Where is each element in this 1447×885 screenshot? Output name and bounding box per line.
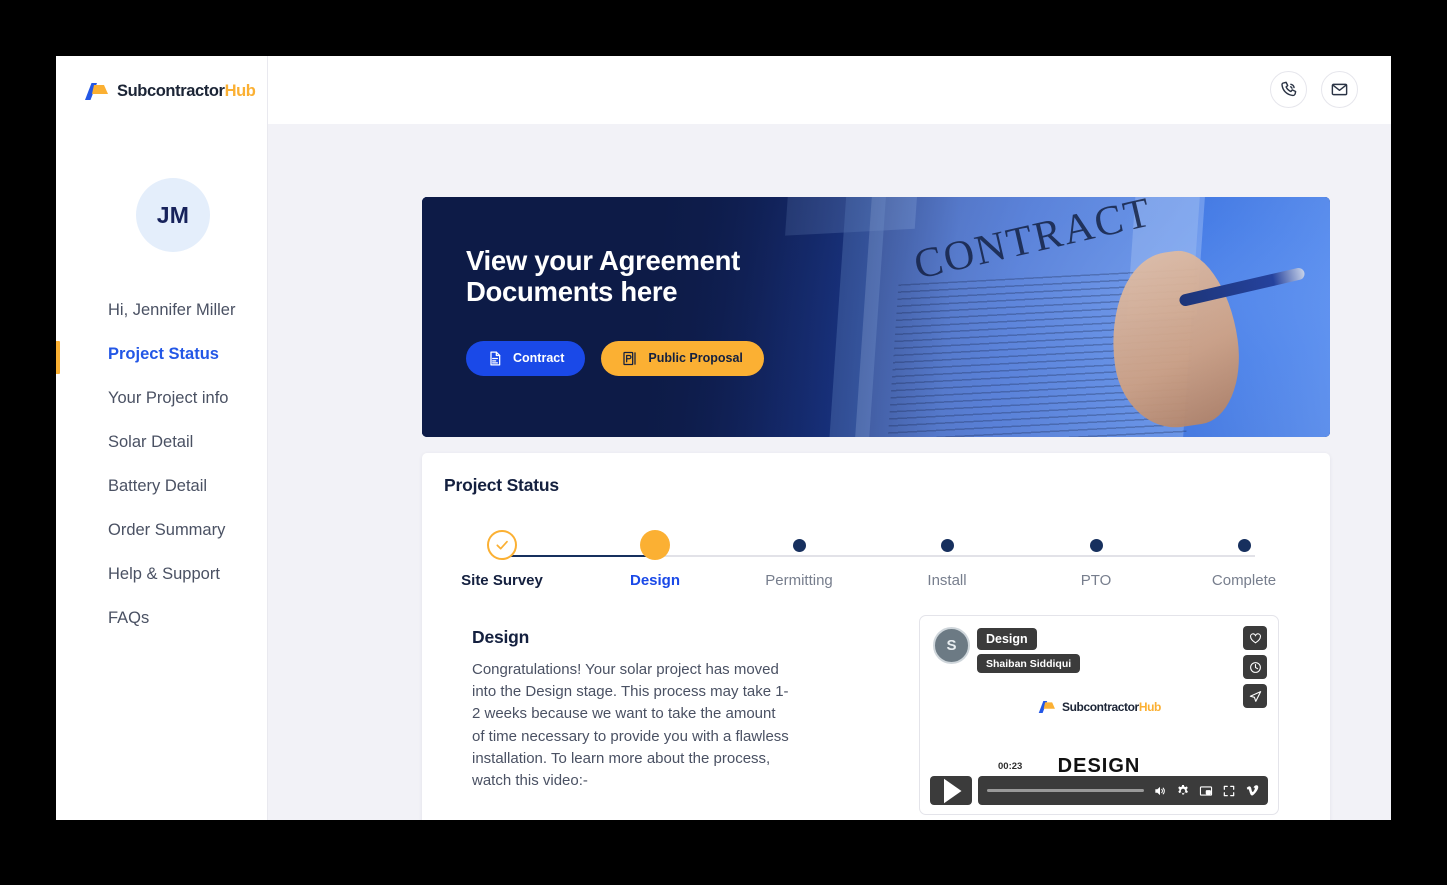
video-overlay-word: DESIGN	[1057, 755, 1141, 777]
stage-heading: Design	[472, 627, 530, 647]
step-marker	[739, 518, 859, 572]
step-marker	[1036, 518, 1156, 572]
mail-button[interactable]	[1321, 71, 1358, 108]
agreement-banner: CONTRACT View your Agreement Documents h…	[422, 197, 1330, 437]
device-frame: SubcontractorHub JM Hi, Jennifer Miller …	[0, 0, 1447, 885]
video-player[interactable]: S Design Shaiban Siddiqui SubcontractorH…	[919, 615, 1279, 815]
banner-buttons: Contract Public Proposal	[466, 340, 764, 376]
volume-icon[interactable]	[1153, 784, 1167, 798]
step-current-dot	[640, 530, 670, 560]
step-label: Design	[629, 572, 680, 589]
phone-call-icon	[1281, 81, 1297, 97]
check-icon	[496, 540, 508, 550]
document-icon	[490, 351, 501, 366]
banner-title-line1: View your Agreement	[466, 245, 740, 276]
video-progress-bar: 00:23	[978, 761, 1268, 805]
video-scrubber[interactable]	[987, 789, 1144, 792]
step-upcoming-dot	[792, 538, 806, 552]
step-marker	[442, 518, 562, 572]
step-complete-dot	[487, 530, 517, 560]
video-brand-name: SubcontractorHub	[1062, 700, 1161, 714]
video-control-icons	[1153, 784, 1259, 798]
stage-description: Design Congratulations! Your solar proje…	[472, 627, 792, 792]
sidebar-item-faqs[interactable]: FAQs	[56, 596, 267, 640]
brand-logo[interactable]: SubcontractorHub	[83, 82, 256, 101]
subcontractor-hub-logo-icon	[85, 83, 108, 100]
video-author-avatar: S	[933, 627, 970, 664]
step-label: Permitting	[765, 572, 833, 589]
heart-icon	[1249, 632, 1261, 643]
video-controls: 00:23	[930, 761, 1268, 805]
video-timestamp: 00:23	[998, 761, 1023, 772]
step-marker	[595, 518, 715, 572]
gear-icon[interactable]	[1176, 784, 1190, 798]
step-label: PTO	[1080, 572, 1112, 589]
sidebar-item-project-status[interactable]: Project Status	[56, 332, 267, 376]
step-complete[interactable]: Complete	[1184, 518, 1304, 589]
step-label: Complete	[1211, 572, 1277, 589]
step-upcoming-dot	[940, 538, 954, 552]
step-label: Site Survey	[461, 572, 543, 589]
project-stepper: Site Survey Design Permitting Install PT…	[442, 518, 1310, 596]
brand-name: SubcontractorHub	[117, 82, 256, 100]
stage-body: Congratulations! Your solar project has …	[472, 661, 789, 789]
banner-content: View your Agreement Documents here Contr…	[466, 245, 764, 376]
play-icon	[944, 778, 962, 803]
step-marker	[887, 518, 1007, 572]
proposal-icon	[623, 351, 637, 365]
step-label: Install	[927, 572, 967, 589]
video-brand-logo: SubcontractorHub	[920, 700, 1278, 714]
step-design[interactable]: Design	[595, 518, 715, 589]
step-site-survey[interactable]: Site Survey	[442, 518, 562, 589]
subcontractor-hub-logo-icon	[1038, 701, 1055, 713]
envelope-icon	[1331, 83, 1348, 96]
step-pto[interactable]: PTO	[1036, 518, 1156, 589]
step-permitting[interactable]: Permitting	[739, 518, 859, 589]
sidebar: SubcontractorHub JM Hi, Jennifer Miller …	[56, 56, 268, 820]
watch-later-button[interactable]	[1243, 655, 1267, 679]
sidebar-item-battery-detail[interactable]: Battery Detail	[56, 464, 267, 508]
contract-button[interactable]: Contract	[466, 340, 586, 376]
project-status-card: Project Status Site Survey Design Permit…	[422, 453, 1330, 820]
user-avatar: JM	[136, 178, 210, 252]
video-title-chip[interactable]: Design	[977, 628, 1037, 650]
sidebar-item-help-support[interactable]: Help & Support	[56, 552, 267, 596]
sidebar-greeting: Hi, Jennifer Miller	[108, 300, 236, 319]
clock-icon	[1249, 661, 1261, 673]
sidebar-item-order-summary[interactable]: Order Summary	[56, 508, 267, 552]
like-button[interactable]	[1243, 626, 1267, 650]
public-proposal-button[interactable]: Public Proposal	[601, 340, 764, 376]
main-content: CONTRACT View your Agreement Documents h…	[268, 124, 1391, 820]
contract-button-label: Contract	[513, 351, 565, 366]
video-author-chip[interactable]: Shaiban Siddiqui	[977, 654, 1081, 673]
play-button[interactable]	[930, 776, 972, 805]
step-install[interactable]: Install	[887, 518, 1007, 589]
proposal-button-label: Public Proposal	[648, 351, 743, 366]
step-upcoming-dot	[1237, 538, 1251, 552]
sidebar-nav: Hi, Jennifer Miller Project Status Your …	[56, 288, 267, 640]
call-button[interactable]	[1270, 71, 1307, 108]
picture-in-picture-icon[interactable]	[1199, 784, 1213, 798]
sidebar-item-solar-detail[interactable]: Solar Detail	[56, 420, 267, 464]
video-side-actions	[1243, 626, 1267, 708]
top-header	[268, 56, 1391, 124]
app-window: SubcontractorHub JM Hi, Jennifer Miller …	[56, 56, 1391, 820]
header-actions	[1270, 71, 1358, 108]
sidebar-item-your-project-info[interactable]: Your Project info	[56, 376, 267, 420]
banner-title-line2: Documents here	[466, 275, 678, 307]
fullscreen-icon[interactable]	[1222, 784, 1236, 798]
vimeo-icon[interactable]	[1245, 784, 1259, 798]
banner-title: View your Agreement Documents here	[466, 245, 764, 308]
status-card-title: Project Status	[444, 475, 559, 495]
step-marker	[1184, 518, 1304, 572]
step-upcoming-dot	[1089, 538, 1103, 552]
